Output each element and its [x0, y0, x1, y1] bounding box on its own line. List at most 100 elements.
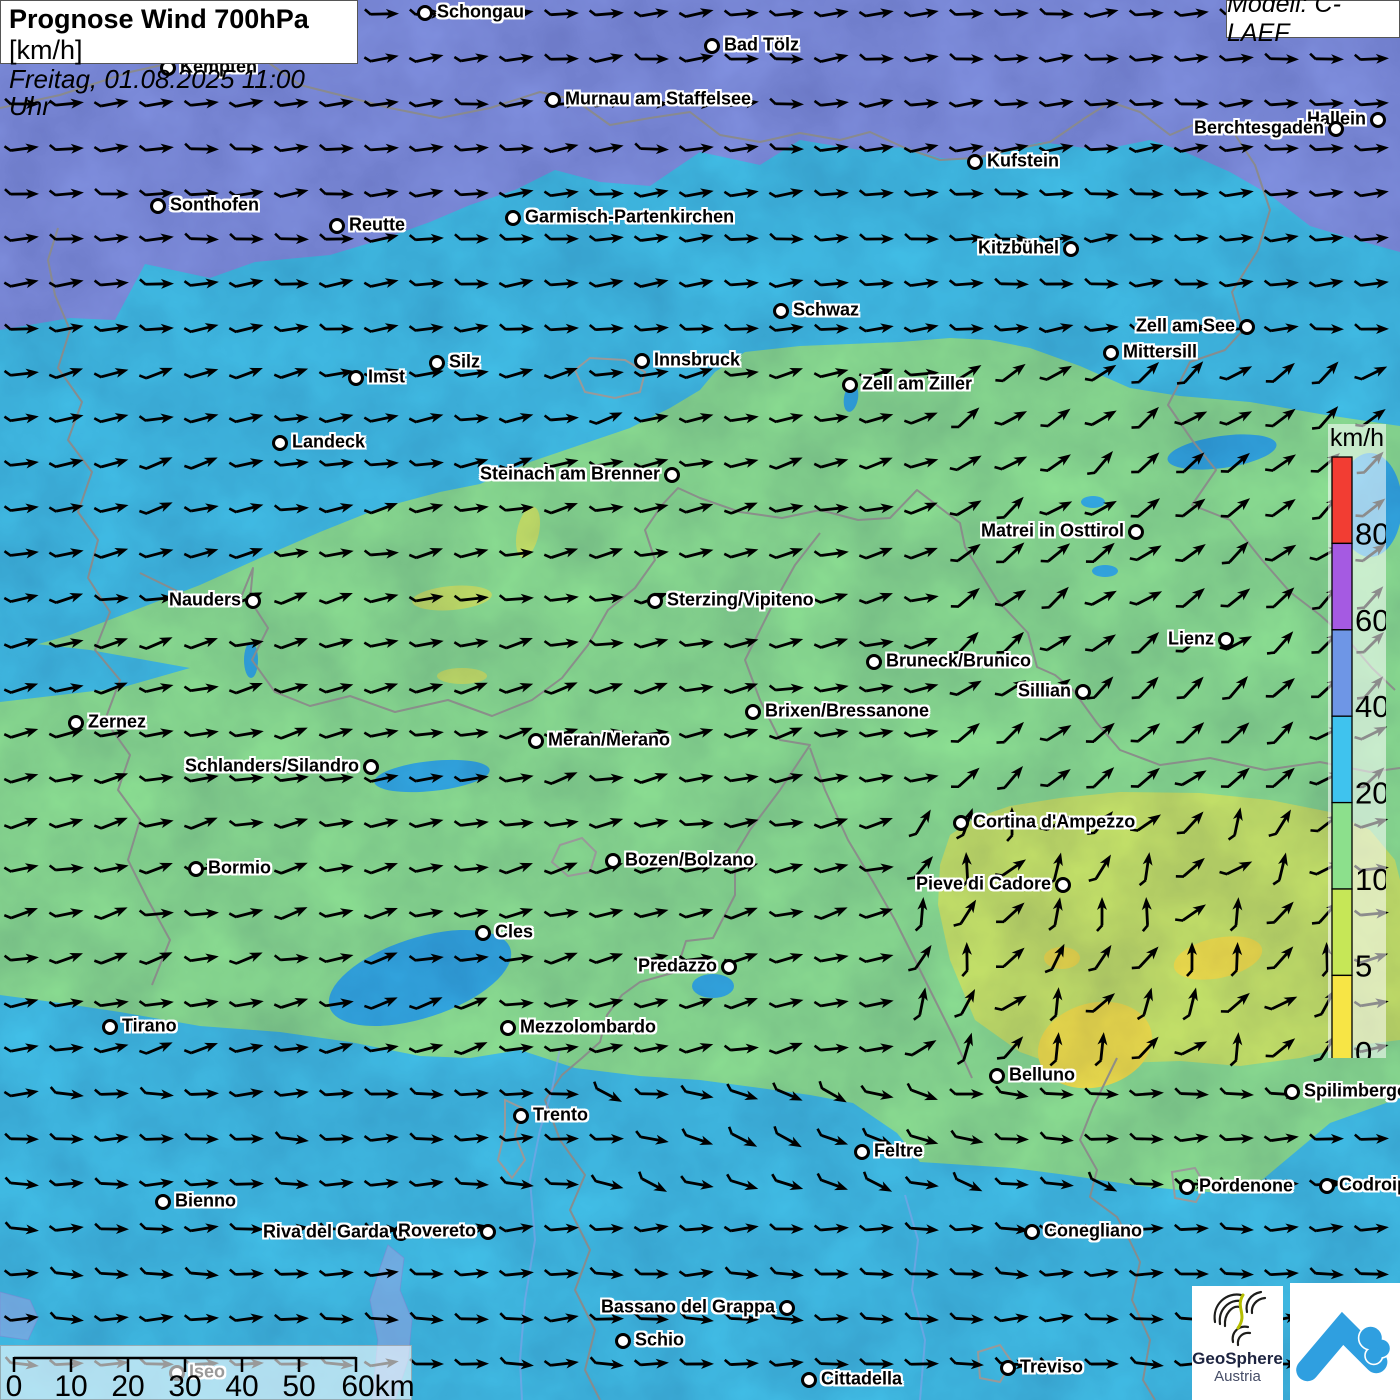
svg-text:10: 10: [1355, 862, 1386, 897]
city-marker: [429, 355, 445, 371]
svg-text:40: 40: [1355, 689, 1386, 724]
city-marker: [634, 353, 650, 369]
geosphere-contour-icon: [1205, 1286, 1271, 1348]
svg-text:50: 50: [282, 1370, 315, 1400]
city-marker: [1075, 684, 1091, 700]
city-marker: [1239, 319, 1255, 335]
svg-text:5: 5: [1355, 948, 1372, 983]
city-marker: [155, 1194, 171, 1210]
city-label: Schongau: [437, 2, 524, 23]
city-label: Cles: [495, 922, 533, 943]
city-marker: [1024, 1224, 1040, 1240]
city-label: Kufstein: [987, 151, 1059, 172]
city-marker: [1103, 345, 1119, 361]
city-marker: [329, 218, 345, 234]
city-label: Meran/Merano: [548, 730, 670, 751]
city-label: Tirano: [122, 1016, 177, 1037]
city-marker: [1128, 524, 1144, 540]
city-marker: [68, 715, 84, 731]
svg-text:20: 20: [1355, 776, 1386, 811]
city-marker: [480, 1224, 496, 1240]
geosphere-logo: GeoSphere Austria: [1192, 1286, 1283, 1400]
city-marker: [513, 1108, 529, 1124]
map-title: Prognose Wind 700hPa [km/h]: [9, 4, 349, 66]
city-label: Feltre: [874, 1141, 923, 1162]
city-marker: [1284, 1084, 1300, 1100]
city-label: Codroipo: [1339, 1175, 1400, 1196]
city-marker: [605, 853, 621, 869]
city-marker: [417, 5, 433, 21]
city-label: Treviso: [1020, 1357, 1083, 1378]
city-marker: [272, 435, 288, 451]
city-label: Bassano del Grappa: [601, 1297, 775, 1318]
city-label: Reutte: [349, 215, 405, 236]
city-marker: [1055, 877, 1071, 893]
city-marker: [1218, 632, 1234, 648]
city-marker: [842, 377, 858, 393]
city-marker: [801, 1372, 817, 1388]
city-marker: [1328, 121, 1344, 137]
city-marker: [245, 593, 261, 609]
city-label: Garmisch-Partenkirchen: [525, 207, 734, 228]
city-marker: [615, 1333, 631, 1349]
city-label: Bormio: [208, 858, 271, 879]
city-label: Zell am Ziller: [862, 374, 972, 395]
city-marker: [773, 303, 789, 319]
distance-scalebar: 0102030405060km: [0, 1345, 412, 1400]
city-marker: [953, 815, 969, 831]
geosphere-name: GeoSphere: [1192, 1350, 1283, 1368]
city-marker: [866, 654, 882, 670]
city-label: Schio: [635, 1330, 684, 1351]
wind-speed-legend: km/h 80 60 40 20 10 5 0: [1328, 424, 1386, 1058]
city-marker: [1000, 1360, 1016, 1376]
mountain-cloud-icon: [1293, 1288, 1397, 1396]
city-marker: [1063, 241, 1079, 257]
city-label: Sillian: [1018, 681, 1071, 702]
city-marker: [664, 467, 680, 483]
wind-forecast-map: SchongauBad TölzKemptenMurnau am Staffel…: [0, 0, 1400, 1400]
city-marker: [647, 593, 663, 609]
city-marker: [704, 38, 720, 54]
city-label: Murnau am Staffelsee: [565, 89, 751, 110]
geosphere-country: Austria: [1214, 1368, 1261, 1385]
valid-time: Freitag, 01.08.2025 11:00 Uhr: [9, 66, 349, 120]
city-label: Cortina d'Ampezzo: [973, 812, 1135, 833]
svg-text:0: 0: [1355, 1035, 1372, 1058]
city-marker: [505, 210, 521, 226]
city-marker: [1179, 1179, 1195, 1195]
city-marker: [967, 154, 983, 170]
city-label: Mittersill: [1123, 342, 1197, 363]
city-label: Brixen/Bressanone: [765, 701, 929, 722]
city-label: Lienz: [1168, 629, 1214, 650]
city-label: Cittadella: [821, 1369, 902, 1390]
city-label: Nauders: [169, 590, 241, 611]
city-label: Bruneck/Brunico: [886, 651, 1031, 672]
city-label: Silz: [449, 352, 480, 373]
city-marker: [500, 1020, 516, 1036]
city-labels-layer: SchongauBad TölzKemptenMurnau am Staffel…: [0, 0, 1400, 1400]
city-marker: [363, 759, 379, 775]
city-label: Schwaz: [793, 300, 859, 321]
city-label: Matrei in Osttirol: [981, 521, 1124, 542]
model-label: Modell: C-LAEF: [1227, 0, 1399, 48]
city-label: Landeck: [292, 432, 365, 453]
city-label: Zell am See: [1136, 316, 1235, 337]
city-marker: [779, 1300, 795, 1316]
svg-text:km/h: km/h: [1330, 424, 1384, 452]
city-label: Steinach am Brenner: [480, 464, 660, 485]
city-label: Spilimbergo: [1304, 1081, 1400, 1102]
city-label: Sterzing/Vipiteno: [667, 590, 814, 611]
svg-text:60: 60: [1355, 603, 1386, 638]
city-label: Belluno: [1009, 1065, 1075, 1086]
city-label: Imst: [368, 367, 405, 388]
city-marker: [1319, 1178, 1335, 1194]
svg-text:20: 20: [111, 1370, 144, 1400]
svg-text:40: 40: [225, 1370, 258, 1400]
svg-text:60km: 60km: [341, 1370, 413, 1400]
city-marker: [854, 1144, 870, 1160]
city-label: Riva del Garda: [263, 1222, 389, 1243]
city-marker: [348, 370, 364, 386]
city-label: Pieve di Cadore: [916, 874, 1051, 895]
svg-text:80: 80: [1355, 516, 1386, 551]
city-label: Trento: [533, 1105, 588, 1126]
